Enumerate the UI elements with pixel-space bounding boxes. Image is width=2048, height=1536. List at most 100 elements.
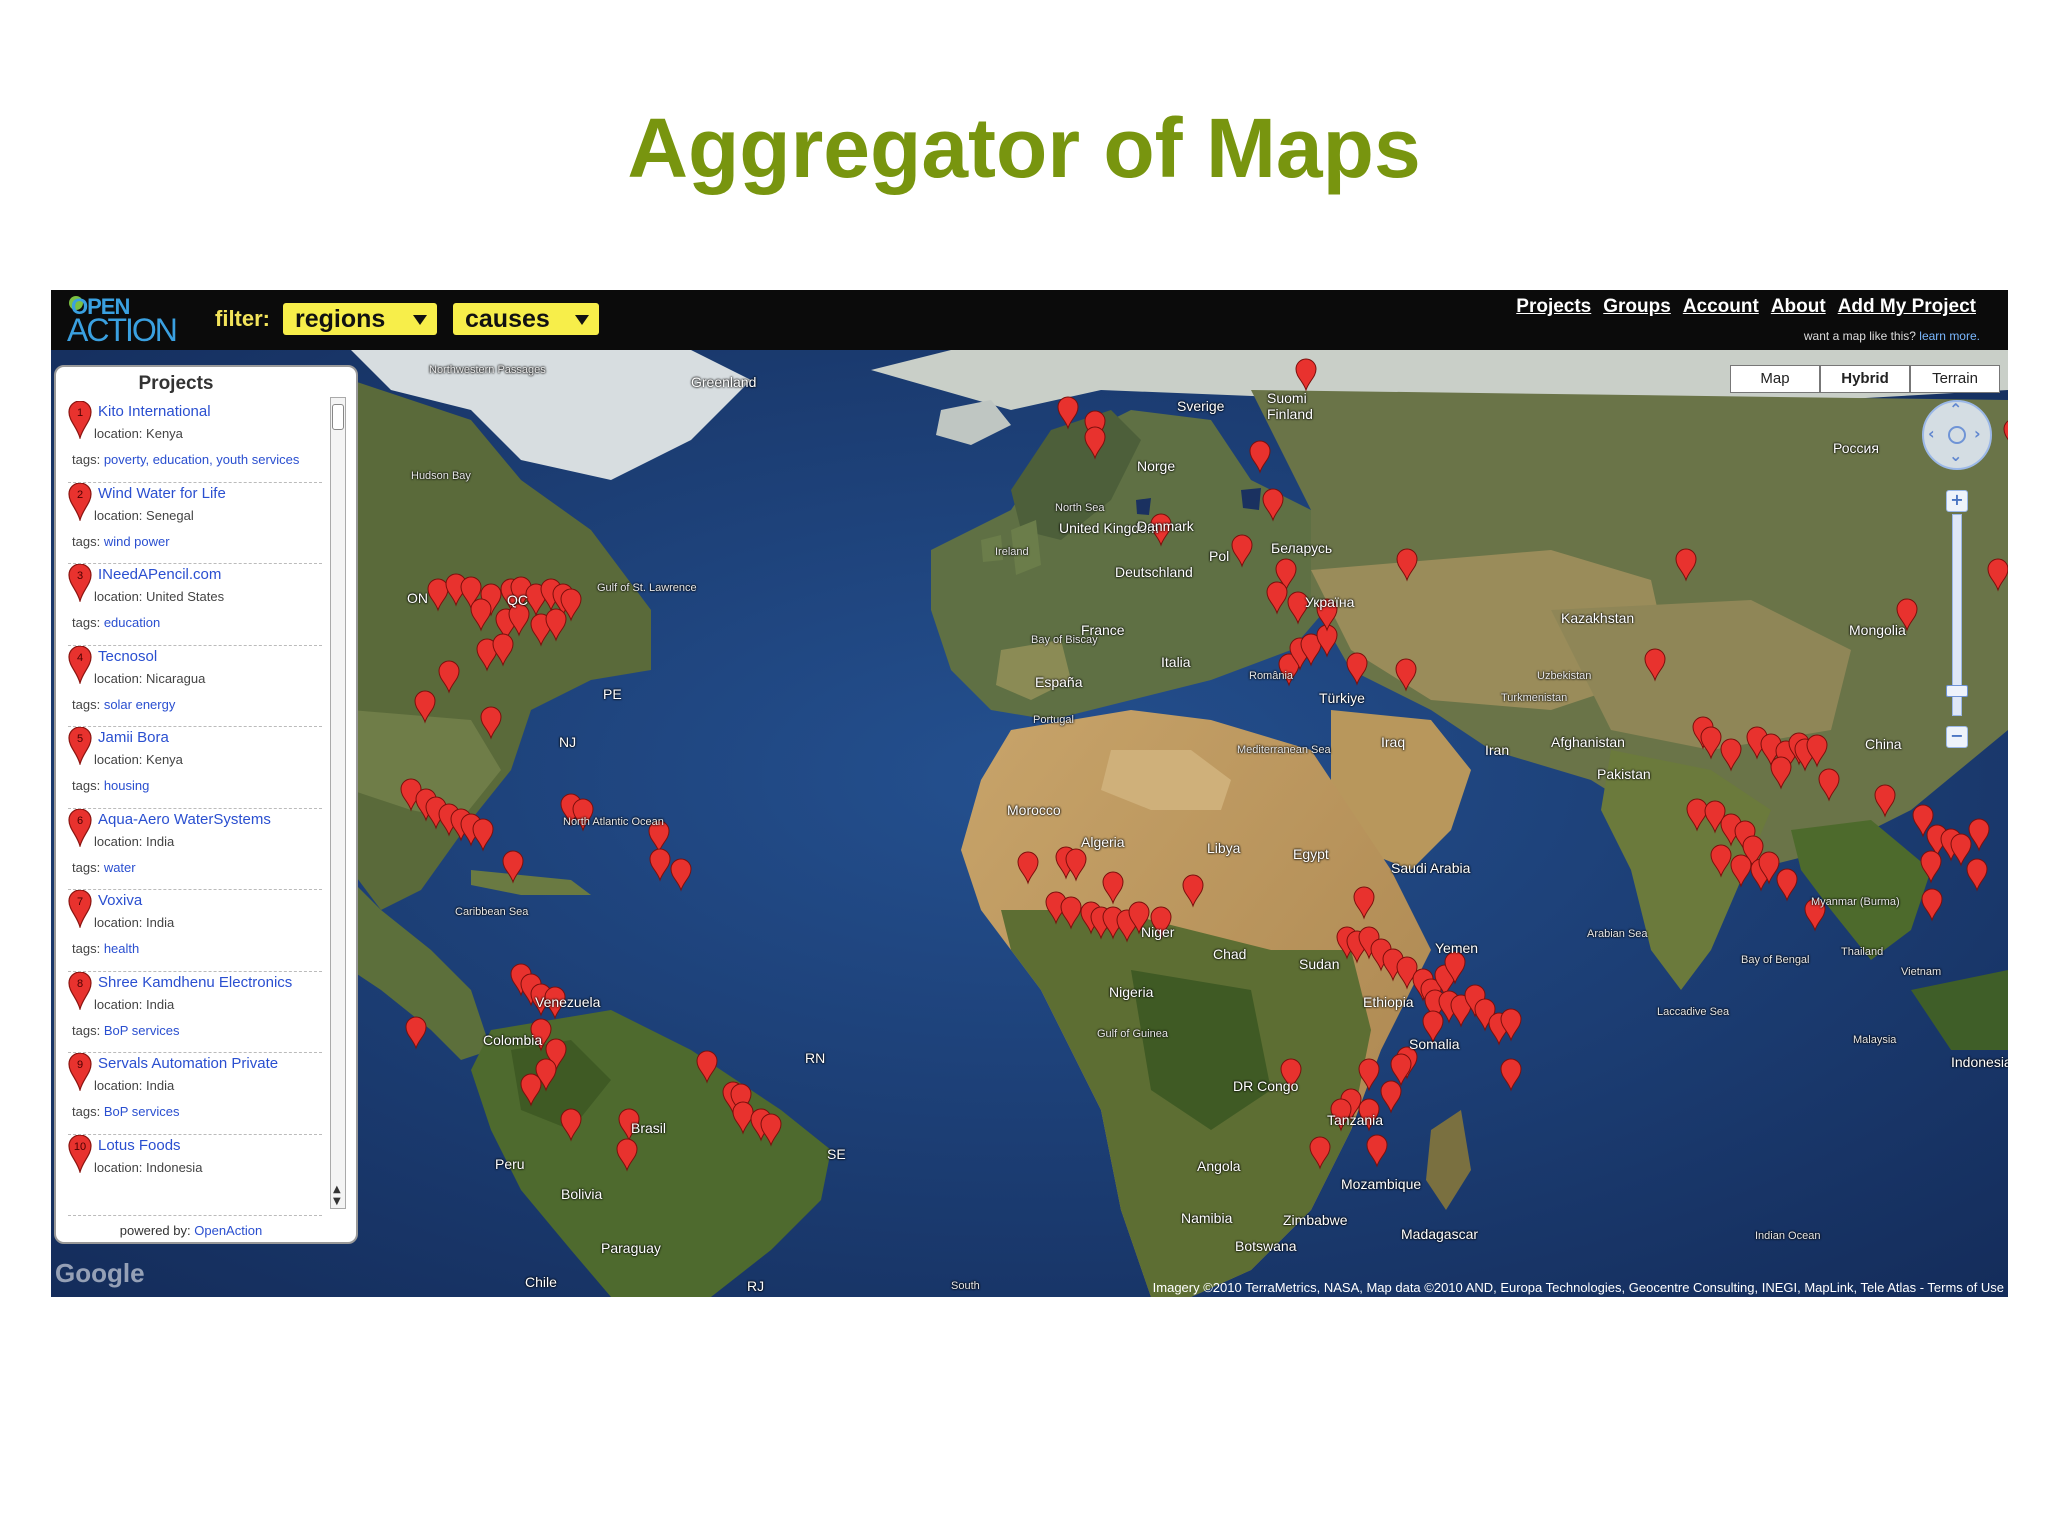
list-item[interactable]: 3 INeedAPencil.com location: United States… (68, 564, 322, 646)
nav-groups[interactable]: Groups (1603, 296, 1671, 318)
projects-list: 1 Kito International location: Kenya tags: … (56, 401, 326, 1216)
nav-add-my-project[interactable]: Add My Project (1838, 296, 1976, 318)
list-item[interactable]: 9 Servals Automation Private location: Ind… (68, 1053, 322, 1135)
project-name[interactable]: Servals Automation Private (98, 1055, 278, 1072)
scroll-down-icon[interactable]: ▼ (333, 1196, 341, 1207)
learn-more-link[interactable]: learn more. (1919, 329, 1980, 343)
project-name[interactable]: Lotus Foods (98, 1137, 181, 1154)
marker-number: 4 (77, 652, 83, 664)
location-value: Nicaragua (146, 670, 206, 686)
list-item[interactable]: 5 Jamii Bora location: Kenya tags: housing (68, 727, 322, 809)
tags-label: tags: (72, 859, 101, 875)
project-location: location: India (94, 834, 174, 849)
list-item[interactable]: 8 Shree Kamdhenu Electronics location: Ind… (68, 971, 322, 1053)
projects-scrollbar[interactable]: ▲ ▼ (330, 397, 346, 1209)
label-deutschland: Deutschland (1115, 564, 1193, 580)
label-zimbabwe: Zimbabwe (1283, 1212, 1348, 1228)
project-name[interactable]: Aqua-Aero WaterSystems (98, 811, 271, 828)
causes-dropdown[interactable]: causes (453, 303, 599, 335)
pan-right-icon[interactable]: › (1974, 424, 1981, 443)
project-location: location: United States (94, 589, 224, 604)
regions-dropdown[interactable]: regions (283, 303, 437, 335)
nav-about[interactable]: About (1771, 296, 1826, 318)
label-afghanistan: Afghanistan (1551, 734, 1625, 750)
zoom-out-button[interactable]: − (1946, 726, 1968, 748)
zoom-slider-thumb[interactable] (1946, 685, 1968, 697)
powered-by: powered by: OpenAction (56, 1223, 326, 1238)
project-name[interactable]: Voxiva (98, 892, 142, 909)
label-norge: Norge (1137, 458, 1176, 474)
label-se: SE (827, 1146, 846, 1162)
list-item[interactable]: 7 Voxiva location: India tags: health (68, 890, 322, 972)
list-item[interactable]: 2 Wind Water for Life location: Senegal tag… (68, 482, 322, 564)
map-marker-icon: 8 (68, 971, 92, 1010)
location-value: Kenya (146, 426, 183, 441)
marker-number: 9 (77, 1059, 83, 1071)
label-chad: Chad (1213, 946, 1247, 962)
location-value: United States (146, 589, 225, 604)
tags-value[interactable]: solar energy (104, 697, 176, 712)
map-marker-icon: 6 (68, 808, 92, 847)
map-attribution[interactable]: Imagery ©2010 TerraMetrics, NASA, Map da… (1153, 1280, 2004, 1295)
label-iraq: Iraq (1381, 734, 1406, 750)
tags-label: tags: (72, 941, 101, 956)
location-label: location: (94, 833, 143, 849)
marker-number: 1 (77, 407, 83, 419)
world-map[interactable]: Greenland Northwestern Passages Hudson B… (51, 350, 2008, 1297)
marker-number: 8 (77, 978, 83, 990)
tags-value[interactable]: housing (104, 778, 150, 793)
pan-control[interactable]: ⌃ ‹ › ⌄ (1922, 400, 1992, 470)
label-sudan: Sudan (1299, 956, 1340, 972)
nav-account[interactable]: Account (1683, 296, 1759, 318)
list-item[interactable]: 10 Lotus Foods location: Indonesia (68, 1134, 322, 1216)
pan-left-icon[interactable]: ‹ (1928, 424, 1935, 443)
tags-value[interactable]: BoP services (104, 1104, 180, 1119)
tags-value[interactable]: poverty, education, youth services (104, 452, 300, 467)
label-venezuela: Venezuela (535, 994, 601, 1010)
project-tags: tags: housing (72, 775, 302, 797)
label-greenland: Greenland (691, 374, 757, 390)
label-saudi: Saudi Arabia (1391, 860, 1471, 876)
project-name[interactable]: Tecnosol (98, 648, 157, 665)
list-item[interactable]: 6 Aqua-Aero WaterSystems location: India ta… (68, 808, 322, 890)
tags-value[interactable]: BoP services (104, 1023, 180, 1038)
scrollbar-thumb[interactable] (332, 404, 344, 430)
project-name[interactable]: Wind Water for Life (98, 485, 226, 502)
project-name[interactable]: INeedAPencil.com (98, 566, 221, 583)
marker-number: 10 (74, 1141, 86, 1153)
project-location: location: Kenya (94, 752, 183, 767)
label-ethiopia: Ethiopia (1363, 994, 1414, 1010)
tags-value[interactable]: wind power (104, 534, 170, 549)
pan-up-icon[interactable]: ⌃ (1949, 400, 1962, 419)
label-mediterranean: Mediterranean Sea (1237, 744, 1331, 756)
zoom-in-button[interactable]: + (1946, 490, 1968, 512)
map-type-hybrid[interactable]: Hybrid (1820, 365, 1910, 393)
map-marker-icon: 1 (68, 401, 92, 439)
project-name[interactable]: Shree Kamdhenu Electronics (98, 974, 292, 991)
project-name[interactable]: Jamii Bora (98, 729, 169, 746)
list-item[interactable]: 4 Tecnosol location: Nicaragua tags: solar … (68, 645, 322, 727)
pan-center-icon[interactable] (1948, 426, 1966, 444)
tags-value[interactable]: water (104, 860, 136, 875)
openaction-link[interactable]: OpenAction (194, 1223, 262, 1238)
map-type-terrain[interactable]: Terrain (1910, 365, 2000, 393)
nav-projects[interactable]: Projects (1516, 296, 1591, 318)
project-name[interactable]: Kito International (98, 403, 211, 420)
label-madagascar: Madagascar (1401, 1226, 1479, 1242)
tags-value[interactable]: education (104, 615, 160, 630)
list-item[interactable]: 1 Kito International location: Kenya tags: … (68, 401, 322, 483)
label-south: South (951, 1280, 980, 1292)
label-arabian-sea: Arabian Sea (1587, 928, 1648, 940)
label-mongolia: Mongolia (1849, 622, 1906, 638)
map-type-map[interactable]: Map (1730, 365, 1820, 393)
map-marker-icon: 3 (68, 564, 92, 602)
label-libya: Libya (1207, 840, 1241, 856)
label-qc: QC (507, 592, 528, 608)
scroll-up-icon[interactable]: ▲ (333, 1184, 341, 1195)
openaction-logo[interactable]: OPEN ACTION (67, 294, 187, 348)
tags-value[interactable]: health (104, 941, 139, 956)
pan-down-icon[interactable]: ⌄ (1949, 446, 1962, 465)
location-value: India (146, 1078, 175, 1093)
location-label: location: (94, 670, 143, 686)
label-namibia: Namibia (1181, 1210, 1233, 1226)
